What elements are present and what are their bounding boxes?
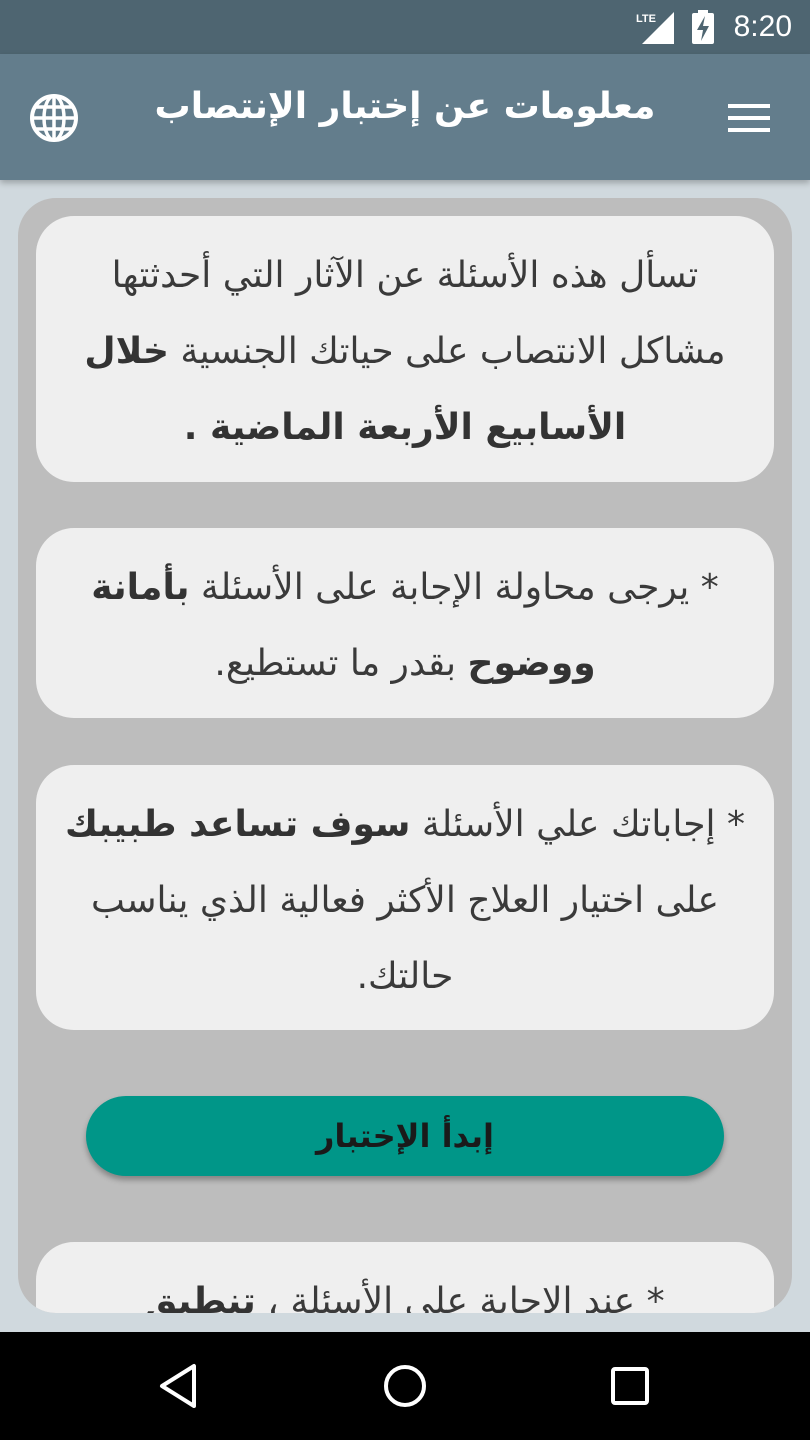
- hamburger-menu-icon: [728, 104, 770, 132]
- card-1-text: تسأل هذه الأسئلة عن الآثار التي أحدثتها …: [111, 255, 726, 372]
- battery-charging-icon: [692, 10, 714, 44]
- home-circle-icon: [384, 1365, 426, 1407]
- screen: LTE 8:20 معلومات عن إختبار الإنتصاب تسأل…: [0, 0, 810, 1440]
- navigation-bar: [0, 1332, 810, 1440]
- home-button[interactable]: [375, 1356, 435, 1416]
- status-time: 8:20: [733, 10, 792, 43]
- app-bar: معلومات عن إختبار الإنتصاب: [0, 54, 810, 180]
- back-triangle-icon: [160, 1364, 196, 1408]
- info-card-3: * إجاباتك علي الأسئلة سوف تساعد طبيبك عل…: [36, 765, 774, 1030]
- card-4-bold-text: تنطبق: [145, 1281, 256, 1313]
- status-bar: LTE 8:20: [0, 0, 810, 54]
- card-3-bold-text: سوف تساعد طبيبك: [65, 804, 411, 845]
- lte-signal-icon: LTE: [636, 12, 674, 44]
- globe-icon: [30, 94, 78, 142]
- recent-apps-square-icon: [611, 1367, 649, 1405]
- info-card-1: تسأل هذه الأسئلة عن الآثار التي أحدثتها …: [36, 216, 774, 482]
- card-4-text: * عند الإجابة على الأسئلة ،: [255, 1281, 665, 1313]
- content-panel[interactable]: تسأل هذه الأسئلة عن الآثار التي أحدثتها …: [18, 198, 792, 1313]
- page-title: معلومات عن إختبار الإنتصاب: [154, 86, 656, 127]
- language-button[interactable]: [26, 90, 82, 146]
- content-bottom-edge: [0, 1313, 810, 1332]
- back-button[interactable]: [150, 1356, 210, 1416]
- start-test-button[interactable]: إبدأ الإختبار: [86, 1096, 724, 1176]
- network-label: LTE: [636, 13, 656, 25]
- info-card-2: * يرجى محاولة الإجابة على الأسئلة بأمانة…: [36, 528, 774, 718]
- card-3-text-start: * إجاباتك علي الأسئلة: [410, 804, 745, 845]
- card-3-text-end: على اختيار العلاج الأكثر فعالية الذي ينا…: [91, 880, 719, 997]
- menu-button[interactable]: [724, 94, 774, 144]
- info-card-4: * عند الإجابة على الأسئلة ، تنطبق: [36, 1242, 774, 1313]
- card-2-text-end: بقدر ما تستطيع.: [214, 643, 468, 684]
- card-2-text-start: * يرجى محاولة الإجابة على الأسئلة: [189, 567, 719, 608]
- recent-apps-button[interactable]: [600, 1356, 660, 1416]
